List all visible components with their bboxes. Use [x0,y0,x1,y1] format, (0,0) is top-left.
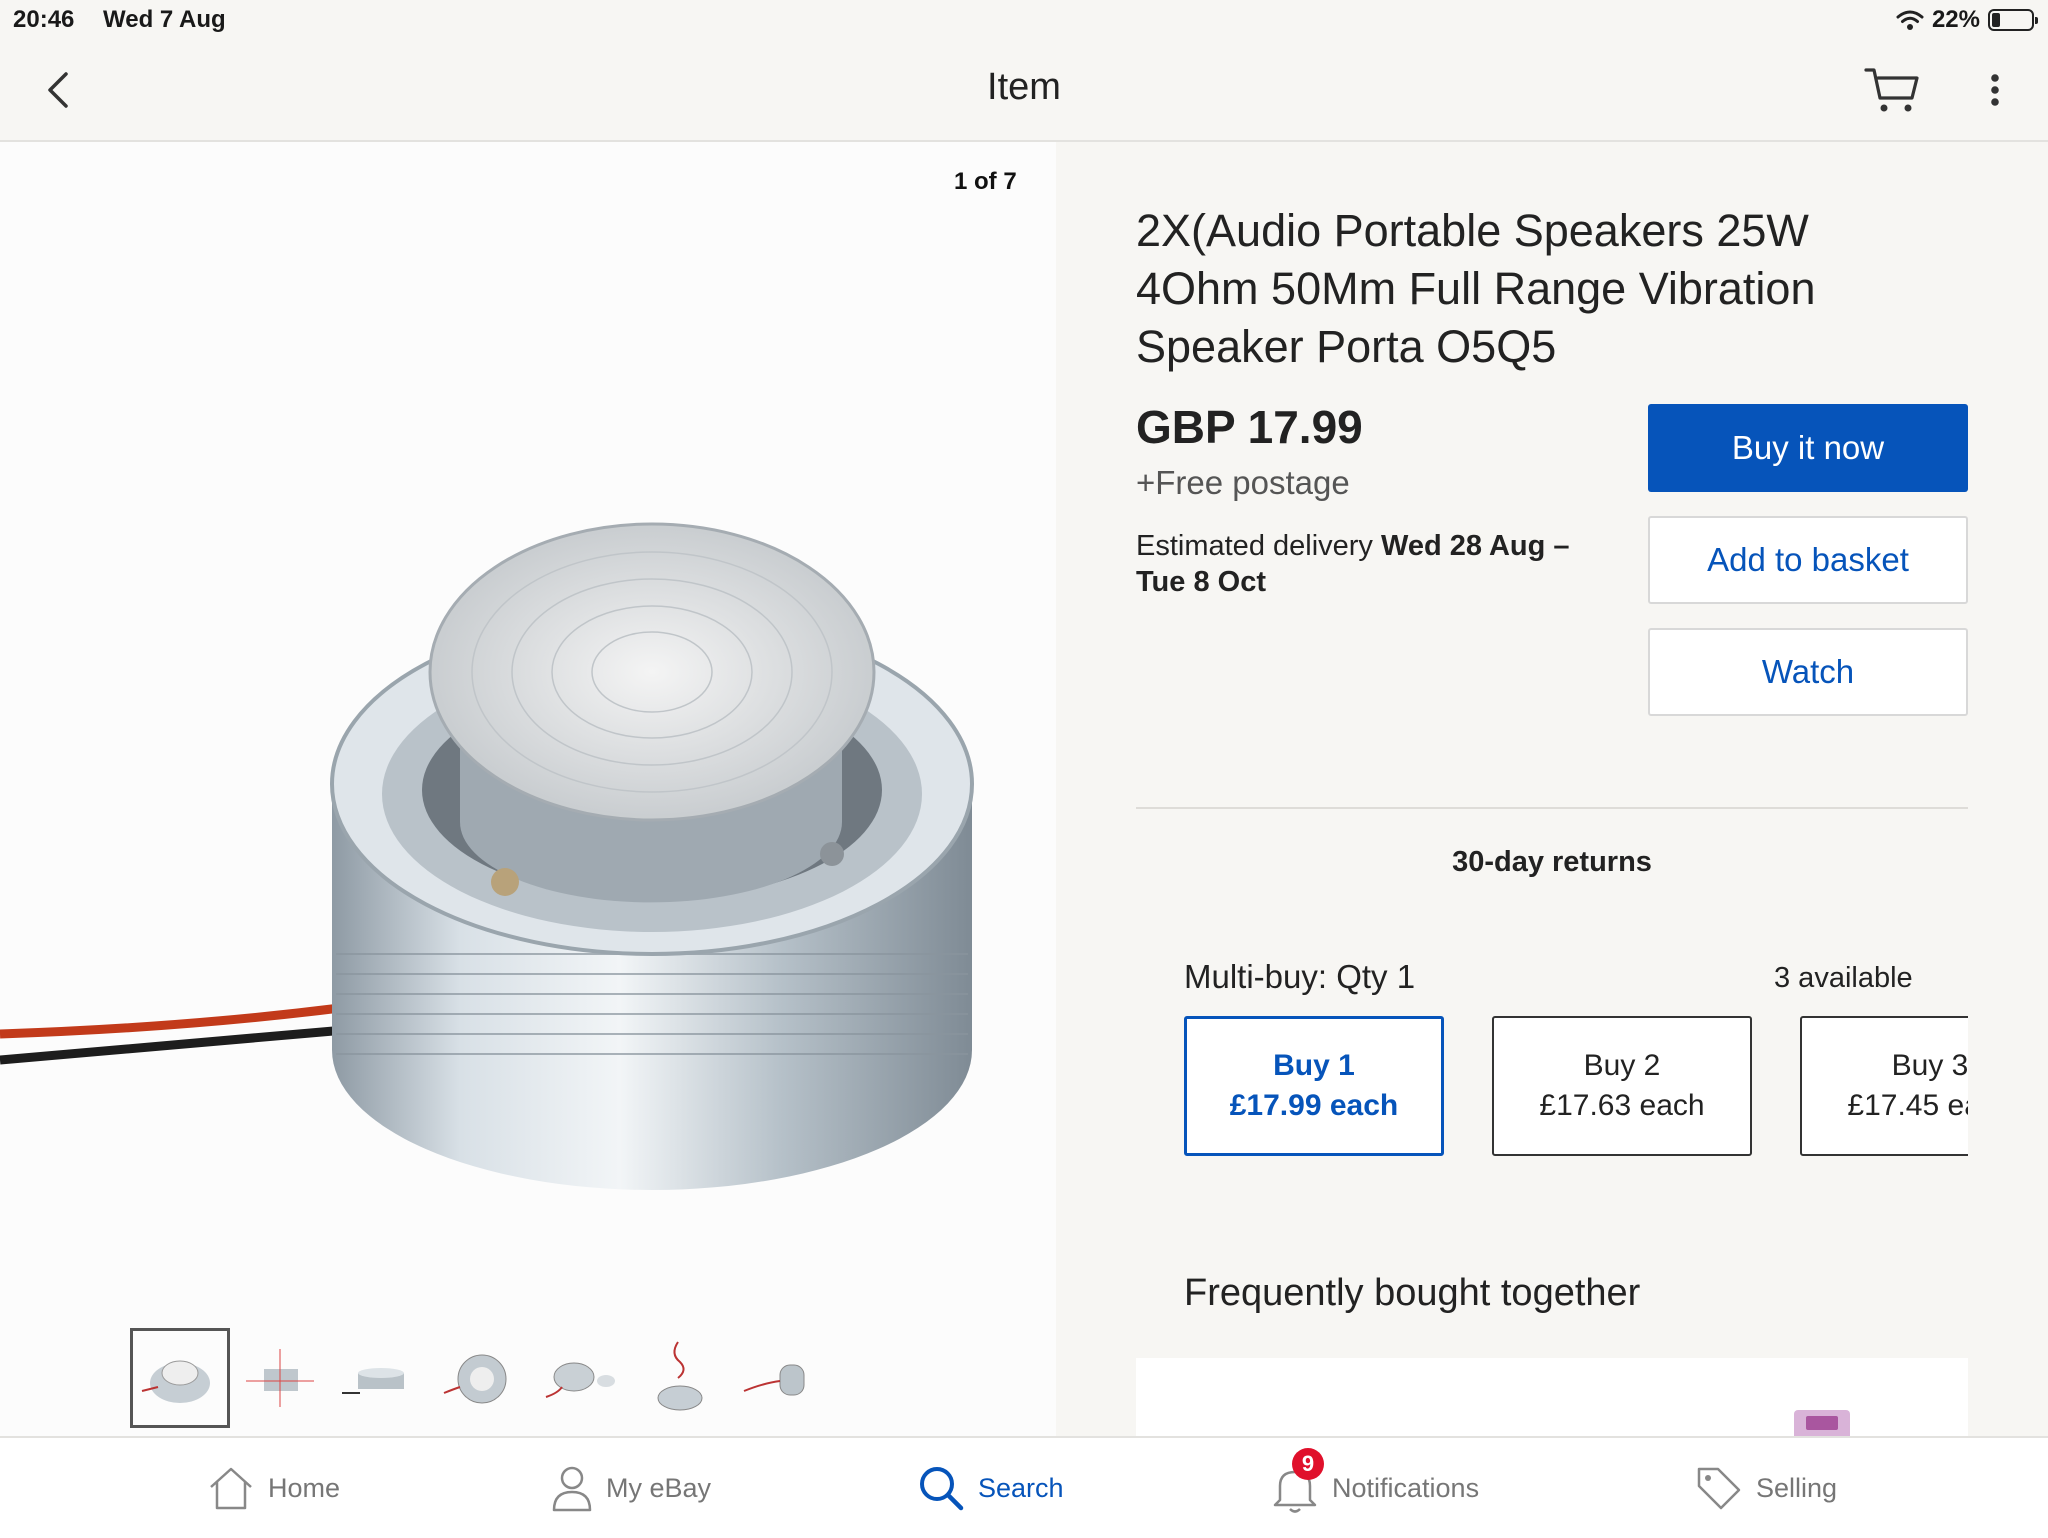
tag-icon [1697,1467,1741,1510]
status-date: Wed 7 Aug [103,6,226,33]
bottom-tab-bar: Home My eBay Search 9 Notifications Sell… [0,1436,2048,1538]
multibuy-option-3[interactable]: Buy 3 £17.45 each [1800,1016,1968,1156]
battery-icon [1988,9,2038,31]
item-price: GBP 17.99 [1136,401,1363,453]
tab-home[interactable]: Home [206,1438,340,1538]
nav-bar: Item [0,40,2048,142]
frequently-bought-title: Frequently bought together [1184,1272,1641,1314]
multibuy-option-price: £17.45 each [1847,1089,1968,1122]
tab-notifications[interactable]: 9 Notifications [1270,1438,1479,1538]
thumbnail[interactable] [330,1328,430,1428]
wifi-icon [1896,10,1924,30]
search-icon [920,1467,964,1511]
tab-search[interactable]: Search [916,1438,1064,1538]
page-title: Item [987,66,1061,108]
product-image[interactable] [0,342,1056,1242]
notification-badge: 9 [1292,1448,1324,1480]
watch-button[interactable]: Watch [1648,628,1968,716]
multibuy-option-price: £17.99 each [1229,1089,1399,1122]
postage-info: +Free postage [1136,464,1350,501]
frequently-bought-card[interactable] [1136,1358,1968,1436]
cart-button[interactable] [1862,62,1922,118]
tab-selling[interactable]: Selling [1694,1438,1837,1538]
tab-label: My eBay [606,1472,712,1503]
item-title: 2X(Audio Portable Speakers 25W 4Ohm 50Mm… [1136,205,1816,372]
multibuy-options: Buy 1 £17.99 each Buy 2 £17.63 each Buy … [1184,1016,1968,1158]
thumbnail-strip [130,1328,830,1428]
item-details: 2X(Audio Portable Speakers 25W 4Ohm 50Mm… [1056,142,2048,1436]
more-vertical-icon [1991,74,1999,106]
multibuy-option-price: £17.63 each [1539,1089,1705,1122]
tab-label: Notifications [1332,1472,1480,1503]
buy-it-now-button[interactable]: Buy it now [1648,404,1968,492]
multibuy-option-title: Buy 3 [1891,1049,1968,1082]
status-bar: 20:46 Wed 7 Aug 22% [0,0,2048,40]
multibuy-option-2[interactable]: Buy 2 £17.63 each [1492,1016,1752,1156]
tab-label: Search [978,1472,1064,1503]
status-indicators: 22% [1896,6,2038,34]
thumbnail[interactable] [630,1328,730,1428]
image-gallery: 1 of 7 [0,142,1056,1436]
image-counter: 1 of 7 [954,168,1017,195]
thumbnail[interactable] [130,1328,230,1428]
chevron-left-icon [48,72,68,108]
more-options-button[interactable] [1980,64,2010,116]
tab-label: Selling [1756,1472,1838,1503]
tab-my-ebay[interactable]: My eBay [550,1438,711,1538]
returns-policy: 30-day returns [1452,846,1652,878]
delivery-label: Estimated delivery [1136,530,1373,562]
cart-icon [1864,68,1919,112]
multibuy-option-1[interactable]: Buy 1 £17.99 each [1184,1016,1444,1156]
multibuy-option-title: Buy 2 [1583,1049,1661,1082]
person-icon [552,1466,592,1512]
tab-label: Home [268,1472,341,1503]
battery-level [1992,13,2000,27]
add-to-basket-button[interactable]: Add to basket [1648,516,1968,604]
thumbnail[interactable] [530,1328,630,1428]
thumbnail[interactable] [230,1328,330,1428]
available-quantity: 3 available [1774,962,1913,994]
status-time: 20:46 [13,6,75,33]
estimated-delivery: Estimated delivery Wed 28 Aug – Tue 8 Oc… [1136,528,1586,600]
back-button[interactable] [38,68,78,112]
home-icon [210,1467,252,1510]
multibuy-option-title: Buy 1 [1273,1049,1355,1082]
thumbnail[interactable] [730,1328,830,1428]
thumbnail[interactable] [430,1328,530,1428]
multibuy-label: Multi-buy: Qty 1 [1184,958,1416,995]
divider [1136,807,1968,809]
battery-percent: 22% [1931,6,1980,33]
related-product-image [1794,1410,1850,1436]
